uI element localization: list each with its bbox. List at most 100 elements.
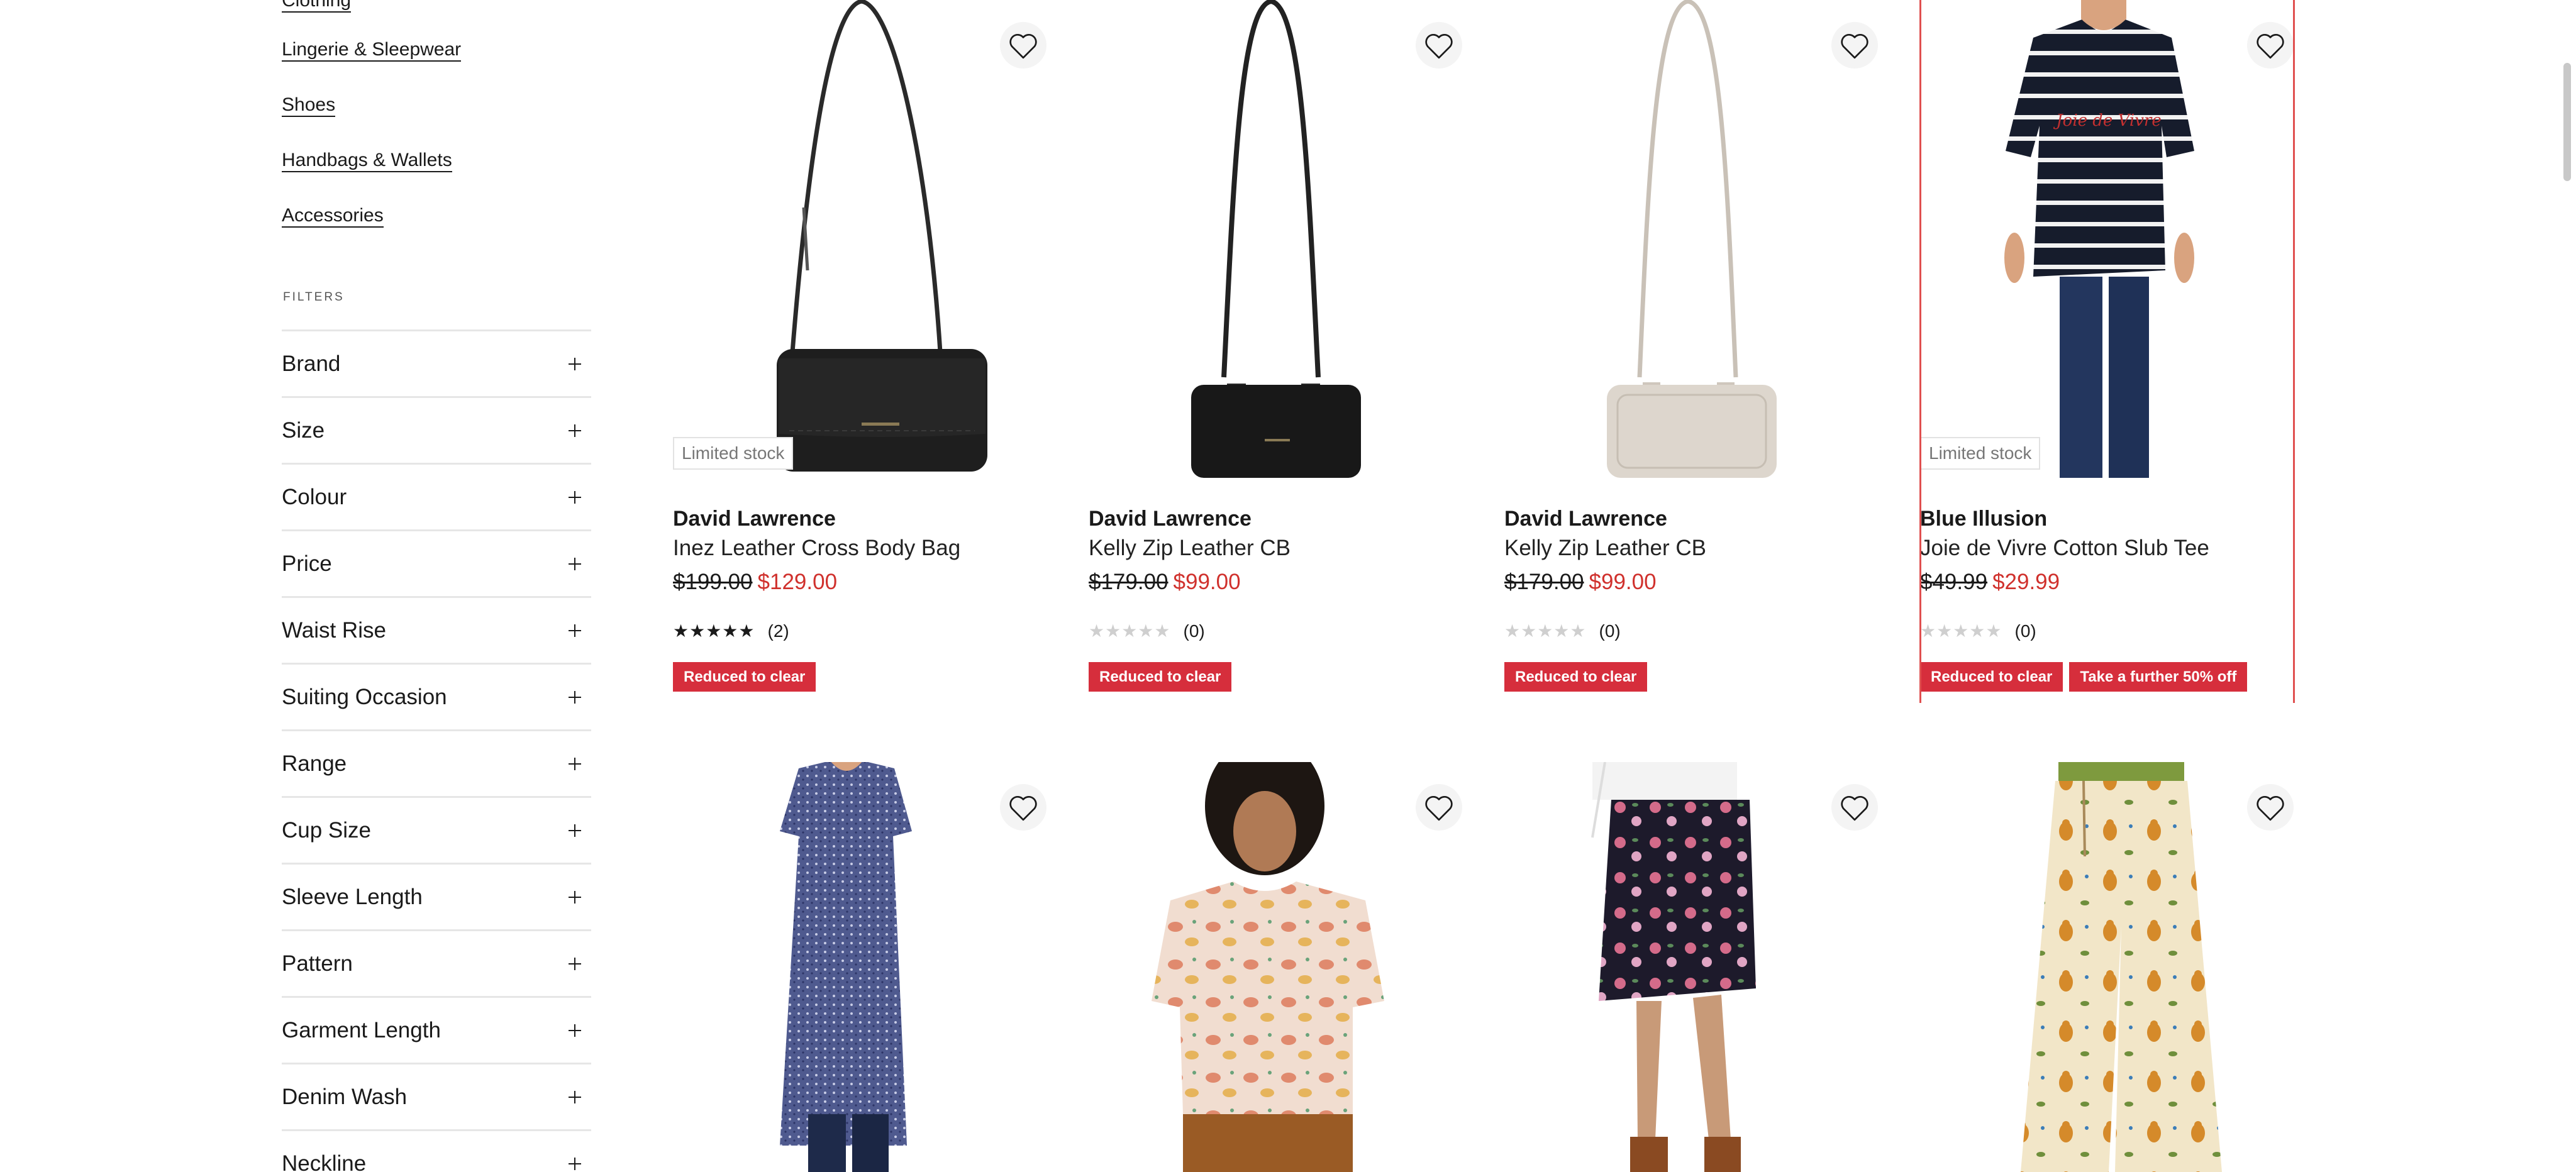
filter-brand[interactable]: Brand (282, 329, 591, 396)
wishlist-button[interactable] (1831, 22, 1878, 69)
filter-neckline[interactable]: Neckline (282, 1129, 591, 1172)
filter-label: Brand (282, 351, 341, 376)
product-image[interactable] (673, 762, 1050, 1172)
review-count: (0) (1183, 621, 1205, 641)
heart-outline-icon (1009, 34, 1037, 59)
filter-denim-wash[interactable]: Denim Wash (282, 1063, 591, 1129)
product-brand[interactable]: David Lawrence (673, 507, 836, 531)
category-link-shoes[interactable]: Shoes (282, 94, 336, 117)
category-link-accessories[interactable]: Accessories (282, 205, 384, 228)
product-name[interactable]: Joie de Vivre Cotton Slub Tee (1920, 536, 2209, 561)
filter-label: Suiting Occasion (282, 684, 447, 709)
product-card[interactable]: Limited stock David Lawrence Inez Leathe… (673, 0, 1050, 698)
page-scrollbar[interactable] (2563, 63, 2571, 181)
promo-tag: Reduced to clear (1089, 662, 1232, 692)
plus-icon[interactable] (569, 1024, 581, 1037)
heart-outline-icon (1009, 796, 1037, 821)
wishlist-button[interactable] (1416, 784, 1462, 831)
product-image[interactable]: Joie de Vivre (1920, 0, 2297, 478)
product-name[interactable]: Kelly Zip Leather CB (1504, 536, 1706, 561)
product-card[interactable] (1504, 762, 1882, 1172)
filter-pattern[interactable]: Pattern (282, 929, 591, 996)
plus-icon[interactable] (569, 1090, 581, 1103)
heart-outline-icon (1841, 34, 1868, 59)
filter-label: Price (282, 551, 332, 576)
wishlist-button[interactable] (1416, 22, 1462, 69)
filter-label: Cup Size (282, 817, 372, 843)
wishlist-button[interactable] (1000, 784, 1046, 831)
promo-tags: Reduced to clear (673, 662, 816, 692)
product-image[interactable] (1089, 762, 1466, 1172)
product-brand[interactable]: David Lawrence (1089, 507, 1252, 531)
filter-cup-size[interactable]: Cup Size (282, 796, 591, 863)
plus-icon[interactable] (569, 490, 581, 504)
sale-price: $99.00 (1589, 570, 1657, 594)
product-card[interactable]: Joie de Vivre Limited stock Blue Illusio… (1920, 0, 2297, 698)
wishlist-button[interactable] (2247, 784, 2294, 831)
product-rating[interactable]: ★★★★★ (0) (1089, 621, 1205, 641)
product-image[interactable] (1920, 762, 2297, 1172)
product-card[interactable] (1920, 762, 2297, 1172)
wishlist-button[interactable] (2247, 22, 2294, 69)
product-rating[interactable]: ★★★★★ (2) (673, 621, 789, 641)
category-link-clothing[interactable]: Clothing (282, 0, 352, 13)
product-card[interactable]: David Lawrence Kelly Zip Leather CB $179… (1504, 0, 1882, 698)
sale-price: $129.00 (757, 570, 838, 594)
wishlist-button[interactable] (1831, 784, 1878, 831)
product-card[interactable] (673, 762, 1050, 1172)
heart-outline-icon (1841, 796, 1868, 821)
plus-icon[interactable] (569, 357, 581, 370)
heart-outline-icon (1425, 34, 1453, 59)
filter-range[interactable]: Range (282, 729, 591, 796)
sale-price: $29.99 (1992, 570, 2060, 594)
plus-icon[interactable] (569, 957, 581, 970)
plus-icon[interactable] (569, 424, 581, 437)
product-image[interactable] (673, 0, 1050, 478)
filter-label: Garment Length (282, 1017, 441, 1042)
filter-label: Pattern (282, 951, 353, 976)
filter-garment-length[interactable]: Garment Length (282, 996, 591, 1063)
product-name[interactable]: Inez Leather Cross Body Bag (673, 536, 960, 561)
filters-heading: FILTERS (283, 290, 345, 304)
product-rating[interactable]: ★★★★★ (0) (1504, 621, 1621, 641)
svg-text:Joie de Vivre: Joie de Vivre (2053, 111, 2161, 130)
filter-sleeve-length[interactable]: Sleeve Length (282, 863, 591, 929)
wishlist-button[interactable] (1000, 22, 1046, 69)
star-rating-icon: ★★★★★ (1504, 621, 1587, 641)
promo-tags: Reduced to clear (1089, 662, 1232, 692)
product-rating[interactable]: ★★★★★ (0) (1920, 621, 2036, 641)
category-link-lingerie-sleepwear[interactable]: Lingerie & Sleepwear (282, 39, 462, 62)
filter-label: Sleeve Length (282, 884, 423, 909)
filter-colour[interactable]: Colour (282, 463, 591, 529)
heart-outline-icon (2257, 34, 2284, 59)
product-brand[interactable]: David Lawrence (1504, 507, 1667, 531)
plus-icon[interactable] (569, 757, 581, 770)
product-brand[interactable]: Blue Illusion (1920, 507, 2047, 531)
filter-waist-rise[interactable]: Waist Rise (282, 596, 591, 663)
filter-label: Range (282, 751, 347, 776)
plus-icon[interactable] (569, 624, 581, 637)
star-rating-icon: ★★★★★ (1920, 621, 2002, 641)
limited-stock-badge: Limited stock (1920, 437, 2041, 470)
plus-icon[interactable] (569, 824, 581, 837)
plus-icon[interactable] (569, 690, 581, 704)
product-image[interactable] (1504, 762, 1882, 1172)
filter-suiting-occasion[interactable]: Suiting Occasion (282, 663, 591, 729)
plus-icon[interactable] (569, 557, 581, 570)
original-price: $49.99 (1920, 570, 1988, 594)
filter-label: Colour (282, 484, 347, 509)
plus-icon[interactable] (569, 890, 581, 904)
filter-price[interactable]: Price (282, 529, 591, 596)
product-price: $179.00 $99.00 (1504, 570, 1657, 595)
filter-size[interactable]: Size (282, 396, 591, 463)
plus-icon[interactable] (569, 1157, 581, 1170)
promo-tags: Reduced to clear (1504, 662, 1648, 692)
filter-label: Size (282, 417, 325, 443)
category-link-handbags-wallets[interactable]: Handbags & Wallets (282, 150, 452, 172)
product-card[interactable] (1089, 762, 1466, 1172)
product-name[interactable]: Kelly Zip Leather CB (1089, 536, 1291, 561)
product-image[interactable] (1504, 0, 1882, 478)
product-card[interactable]: David Lawrence Kelly Zip Leather CB $179… (1089, 0, 1466, 698)
product-image[interactable] (1089, 0, 1466, 478)
heart-outline-icon (2257, 796, 2284, 821)
